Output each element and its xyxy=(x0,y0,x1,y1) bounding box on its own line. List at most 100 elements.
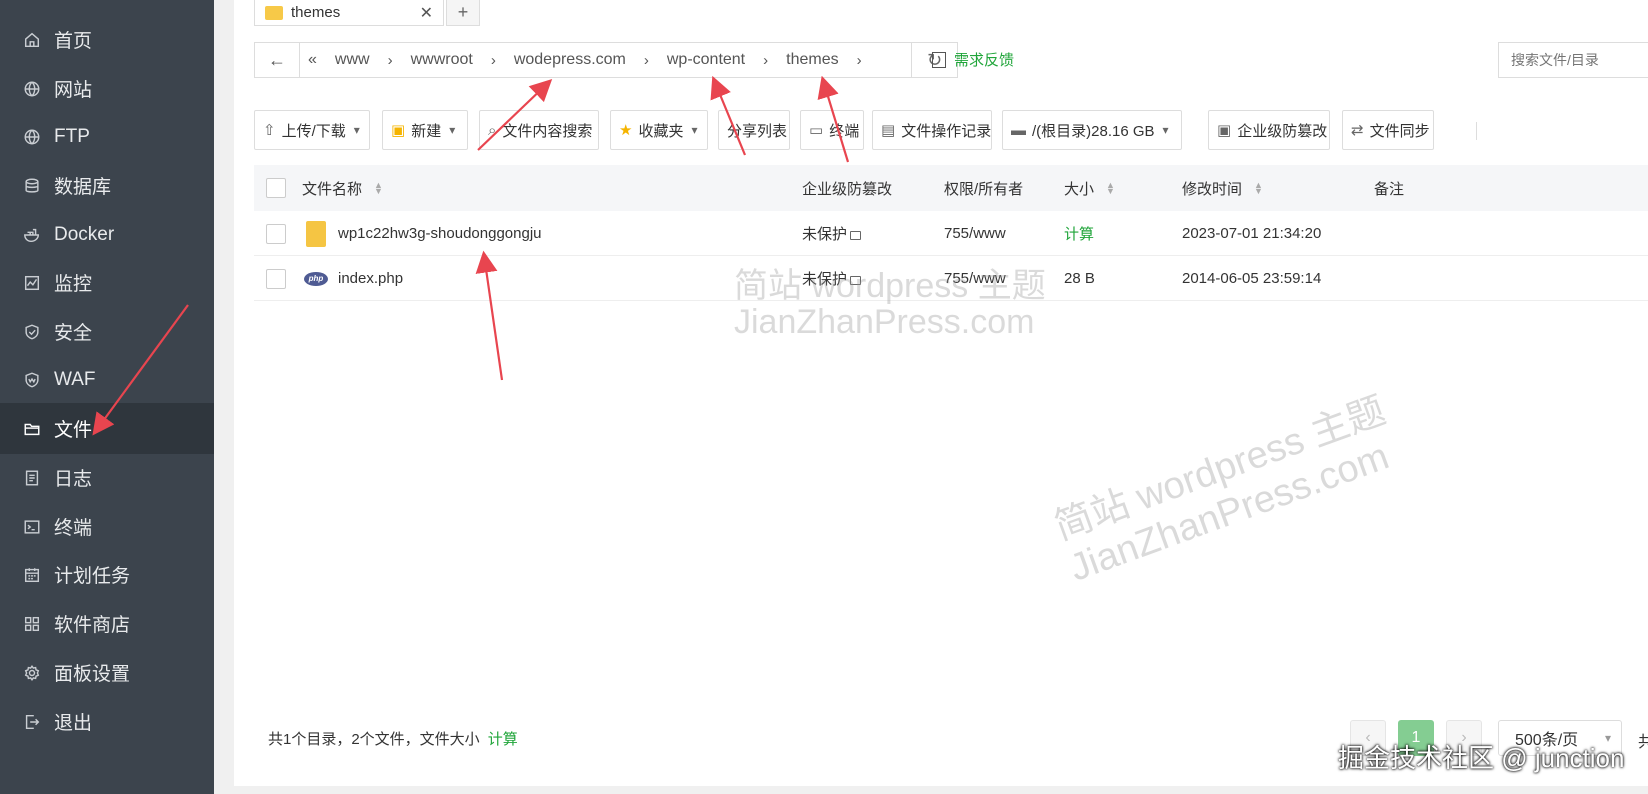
sidebar-item-label: 面板设置 xyxy=(54,664,131,685)
back-button[interactable]: ← xyxy=(254,42,300,78)
home-icon xyxy=(22,30,42,50)
col-protect-header: 企业级防篡改 xyxy=(802,178,892,199)
footer-summary: 共1个目录，2个文件，文件大小 计算 xyxy=(268,728,518,749)
table-row[interactable]: wp1c22hw3g-shoudonggongju 未保护 755/www 计算… xyxy=(254,211,1648,256)
col-size-header[interactable]: 大小 ▲ ▼ xyxy=(1064,178,1115,199)
add-tab-button[interactable]: + xyxy=(446,0,480,26)
sidebar-item-terminal[interactable]: 终端 xyxy=(0,501,214,552)
tab-label: themes xyxy=(291,4,341,21)
disk-icon: ▬ xyxy=(1011,121,1026,139)
share-list-button[interactable]: 分享列表 xyxy=(718,110,790,150)
sidebar-item-website[interactable]: 网站 xyxy=(0,63,214,114)
breadcrumb-item[interactable]: www xyxy=(335,51,370,69)
tab-themes[interactable]: themes ✕ xyxy=(254,0,444,26)
size-cell[interactable]: 计算 xyxy=(1064,211,1094,256)
terminal-icon: ▭ xyxy=(809,122,824,139)
sidebar-item-store[interactable]: 软件商店 xyxy=(0,598,214,649)
sort-icon: ▲ ▼ xyxy=(1254,180,1263,196)
file-tabs: themes ✕ + xyxy=(254,0,480,26)
col-note-header: 备注 xyxy=(1374,178,1404,199)
feedback-link[interactable]: 需求反馈 xyxy=(932,49,1014,70)
watermark-rotated: 简站 wordpress 主题 JianZhanPress.com xyxy=(1049,389,1406,591)
sync-label: 文件同步 xyxy=(1369,122,1430,140)
sidebar-item-label: 安全 xyxy=(54,323,93,344)
tamper-proof-button[interactable]: ▣ 企业级防篡改 xyxy=(1208,110,1330,150)
perm-cell[interactable]: 755/www xyxy=(944,211,1006,256)
file-name-cell[interactable]: wp1c22hw3g-shoudonggongju xyxy=(306,211,542,256)
mtime-value: 2023-07-01 21:34:20 xyxy=(1182,225,1322,242)
file-sync-button[interactable]: ⇄ 文件同步 xyxy=(1342,110,1434,150)
file-name[interactable]: wp1c22hw3g-shoudonggongju xyxy=(338,225,542,242)
sidebar-item-cron[interactable]: 计划任务 xyxy=(0,549,214,600)
sidebar-item-docker[interactable]: Docker xyxy=(0,209,214,260)
row-checkbox[interactable] xyxy=(266,256,286,301)
content-search-button[interactable]: ⌕ 文件内容搜索 xyxy=(479,110,599,150)
calendar-icon xyxy=(22,565,42,585)
calc-size-link[interactable]: 计算 xyxy=(1064,223,1094,244)
collapse-path-icon[interactable]: « xyxy=(308,51,317,69)
log-icon: ▤ xyxy=(881,122,896,139)
chevron-down-icon: ▾ xyxy=(449,123,456,137)
select-all-checkbox[interactable] xyxy=(266,178,286,198)
sidebar-item-security[interactable]: 安全 xyxy=(0,306,214,357)
search-input[interactable] xyxy=(1498,42,1648,78)
protect-cell[interactable]: 未保护 xyxy=(802,211,862,256)
disk-select[interactable]: ▬ /(根目录)28.16 GB ▾ xyxy=(1002,110,1182,150)
col-name-header[interactable]: 文件名称 ▲ ▼ xyxy=(302,178,383,199)
row-checkbox[interactable] xyxy=(266,211,286,256)
perm-cell[interactable]: 755/www xyxy=(944,256,1006,301)
breadcrumb-item[interactable]: wwwroot xyxy=(411,51,473,69)
sidebar-item-waf[interactable]: WAF xyxy=(0,354,214,405)
protect-status: 未保护 xyxy=(802,226,848,243)
sidebar-item-ftp[interactable]: FTP xyxy=(0,111,214,162)
sidebar-item-label: 数据库 xyxy=(54,177,112,198)
close-icon[interactable]: ✕ xyxy=(420,3,433,23)
chevron-down-icon: ▾ xyxy=(691,123,698,137)
sidebar-item-logout[interactable]: 退出 xyxy=(0,696,214,747)
summary-text: 共1个目录，2个文件，文件大小 xyxy=(268,731,480,748)
page-number-button[interactable]: 1 xyxy=(1398,720,1434,756)
terminal-button[interactable]: ▭ 终端 xyxy=(800,110,864,150)
disk-label: /(根目录)28.16 GB xyxy=(1032,122,1155,140)
content-search-label: 文件内容搜索 xyxy=(502,122,593,140)
sidebar-item-label: 日志 xyxy=(54,469,93,490)
breadcrumb-item[interactable]: themes xyxy=(786,51,838,69)
new-folder-icon: ▣ xyxy=(391,122,406,139)
breadcrumb-item[interactable]: wodepress.com xyxy=(514,51,626,69)
size-value: 28 B xyxy=(1064,270,1095,287)
upload-label: 上传/下载 xyxy=(281,122,346,140)
sync-icon: ⇄ xyxy=(1351,122,1364,139)
col-perm-header: 权限/所有者 xyxy=(944,178,1023,199)
upload-download-button[interactable]: ⇧ 上传/下载 ▾ xyxy=(254,110,370,150)
breadcrumb: « www › wwwroot › wodepress.com › wp-con… xyxy=(300,42,912,78)
breadcrumb-item[interactable]: wp-content xyxy=(667,51,745,69)
folder-icon xyxy=(306,220,326,247)
sidebar-item-logs[interactable]: 日志 xyxy=(0,452,214,503)
path-bar: ← « www › wwwroot › wodepress.com › wp-c… xyxy=(254,42,958,78)
sidebar-item-settings[interactable]: 面板设置 xyxy=(0,647,214,698)
toolbar-divider xyxy=(1476,122,1477,140)
protect-cell[interactable]: 未保护 xyxy=(802,256,862,301)
sidebar-item-database[interactable]: 数据库 xyxy=(0,160,214,211)
sidebar-item-monitor[interactable]: 监控 xyxy=(0,257,214,308)
file-name[interactable]: index.php xyxy=(338,270,403,287)
table-row[interactable]: php index.php 未保护 755/www 28 B 2014-06-0… xyxy=(254,256,1648,301)
log-icon xyxy=(22,468,42,488)
col-size-label: 大小 xyxy=(1064,180,1095,198)
sidebar-item-label: 终端 xyxy=(54,518,93,539)
sidebar-item-files[interactable]: 文件 xyxy=(0,403,214,454)
new-button[interactable]: ▣ 新建 ▾ xyxy=(382,110,468,150)
logout-icon xyxy=(22,712,42,732)
prev-page-button[interactable]: ‹ xyxy=(1350,720,1386,756)
chevron-down-icon: ▾ xyxy=(353,123,360,137)
sidebar-item-home[interactable]: 首页 xyxy=(0,14,214,65)
op-log-button[interactable]: ▤ 文件操作记录 xyxy=(872,110,992,150)
file-name-cell[interactable]: php index.php xyxy=(304,256,403,301)
page-size-select[interactable]: 500条/页 ▾ xyxy=(1498,720,1622,756)
favorites-button[interactable]: ★ 收藏夹 ▾ xyxy=(610,110,708,150)
next-page-button[interactable]: › xyxy=(1446,720,1482,756)
chevron-right-icon: › xyxy=(856,51,862,69)
sidebar: 首页 网站 FTP 数据库 Docker 监控 安全 WAF 文件 日志 终端 xyxy=(0,0,214,794)
col-mtime-header[interactable]: 修改时间 ▲ ▼ xyxy=(1182,178,1263,199)
calc-total-link[interactable]: 计算 xyxy=(488,731,518,748)
